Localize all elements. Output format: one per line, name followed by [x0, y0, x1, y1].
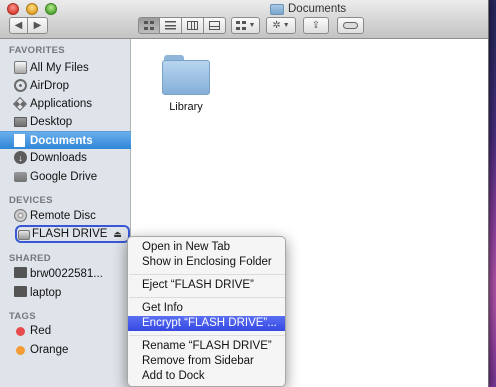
folder-icon	[14, 172, 27, 182]
list-view-icon	[165, 21, 176, 30]
column-view-button[interactable]	[182, 17, 204, 34]
context-menu: Open in New Tab Show in Enclosing Folder…	[127, 236, 286, 387]
sidebar-item-label: Remote Disc	[30, 210, 96, 222]
menu-item-add-to-dock[interactable]: Add to Dock	[128, 369, 285, 384]
documents-icon	[14, 134, 25, 147]
action-button[interactable]: ✲ ▼	[266, 17, 296, 34]
sidebar-item-label: FLASH DRIVE	[32, 228, 108, 240]
icon-view-button[interactable]	[138, 17, 160, 34]
computer-icon	[14, 286, 27, 297]
menu-separator	[129, 274, 285, 275]
menu-item-show-in-enclosing-folder[interactable]: Show in Enclosing Folder	[128, 255, 285, 270]
sidebar-item-desktop[interactable]: Desktop	[0, 113, 131, 131]
list-view-button[interactable]	[160, 17, 182, 34]
sidebar-item-label: Downloads	[30, 152, 87, 164]
sidebar-item-label: brw0022581...	[30, 268, 103, 280]
sidebar-item-label: Google Drive	[30, 171, 98, 183]
gear-icon: ✲	[272, 20, 281, 31]
column-view-icon	[187, 21, 198, 30]
sidebar-item-documents[interactable]: Documents	[0, 131, 131, 149]
sidebar-item-label: Documents	[30, 134, 93, 147]
menu-item-open-in-new-tab[interactable]: Open in New Tab	[128, 240, 285, 255]
sidebar-item-label: All My Files	[30, 62, 89, 74]
menu-item-rename[interactable]: Rename “FLASH DRIVE”	[128, 339, 285, 354]
menu-separator	[129, 297, 285, 298]
back-button[interactable]: ◀	[9, 17, 28, 34]
zoom-window-button[interactable]	[45, 3, 57, 15]
forward-button[interactable]: ▶	[28, 17, 48, 34]
cover-flow-icon	[209, 21, 220, 30]
forward-arrow-icon: ▶	[33, 20, 42, 31]
title-bar: Documents ◀ ▶ ▼ ✲ ▼ ⇪	[0, 0, 488, 39]
back-arrow-icon: ◀	[14, 20, 23, 31]
menu-item-remove-from-sidebar[interactable]: Remove from Sidebar	[128, 354, 285, 369]
tag-icon	[343, 22, 358, 29]
sidebar-item-label: Applications	[30, 98, 93, 110]
sidebar-item-remote-disc[interactable]: Remote Disc	[0, 207, 131, 225]
tags-button[interactable]	[337, 17, 364, 34]
close-window-button[interactable]	[7, 3, 19, 15]
red-tag-dot-icon	[16, 327, 25, 336]
arrange-icon	[235, 21, 247, 30]
sidebar-item-label: AirDrop	[30, 80, 69, 92]
orange-tag-dot-icon	[16, 346, 25, 355]
sidebar-item-label: Orange	[30, 344, 69, 356]
sidebar-item-all-my-files[interactable]: All My Files	[0, 59, 131, 77]
library-folder-icon[interactable]	[162, 55, 210, 95]
shared-header: SHARED	[9, 253, 51, 264]
sidebar-item-label: laptop	[30, 287, 62, 299]
window-title-text: Documents	[288, 3, 347, 15]
downloads-icon: ↓	[14, 151, 27, 164]
share-icon: ⇪	[311, 20, 321, 31]
window-title: Documents	[270, 2, 346, 16]
sidebar-item-label: Desktop	[30, 116, 73, 128]
airdrop-icon	[14, 79, 27, 92]
eject-icon[interactable]: ⏏	[113, 229, 122, 240]
minimize-window-button[interactable]	[26, 3, 38, 15]
share-button[interactable]: ⇪	[303, 17, 329, 34]
sidebar-item-tag-orange[interactable]: Orange	[0, 341, 131, 359]
cover-flow-button[interactable]	[204, 17, 226, 34]
icon-view-icon	[143, 21, 155, 30]
menu-item-get-info[interactable]: Get Info	[128, 301, 285, 316]
favorites-header: FAVORITES	[9, 45, 65, 56]
computer-icon	[14, 267, 27, 278]
sidebar-item-laptop[interactable]: laptop	[0, 284, 131, 302]
folder-icon	[270, 3, 284, 15]
menu-item-eject[interactable]: Eject “FLASH DRIVE”	[128, 278, 285, 293]
sidebar-item-downloads[interactable]: ↓ Downloads	[0, 149, 131, 167]
sidebar: FAVORITES All My Files AirDrop Applicati…	[0, 39, 131, 387]
sidebar-item-applications[interactable]: Applications	[0, 95, 131, 113]
applications-icon	[12, 96, 28, 112]
drive-icon	[18, 230, 30, 240]
sidebar-item-brw0022581[interactable]: brw0022581...	[0, 265, 131, 283]
menu-item-encrypt[interactable]: Encrypt “FLASH DRIVE”...	[128, 316, 285, 331]
disc-icon	[14, 209, 27, 222]
all-my-files-icon	[14, 61, 27, 74]
sidebar-item-google-drive[interactable]: Google Drive	[0, 168, 131, 186]
view-mode-group	[138, 17, 226, 34]
arrange-button[interactable]: ▼	[231, 17, 260, 34]
sidebar-item-label: Red	[30, 325, 52, 337]
sidebar-item-flash-drive[interactable]: FLASH DRIVE ⏏	[15, 225, 130, 243]
tags-header: TAGS	[9, 311, 36, 322]
menu-separator	[129, 335, 285, 336]
sidebar-item-tag-red[interactable]: Red	[0, 322, 131, 340]
devices-header: DEVICES	[9, 195, 53, 206]
chevron-down-icon: ▼	[248, 22, 256, 29]
sidebar-item-airdrop[interactable]: AirDrop	[0, 77, 131, 95]
desktop-icon	[14, 117, 27, 127]
folder-label-library[interactable]: Library	[152, 101, 220, 113]
chevron-down-icon: ▼	[282, 22, 290, 29]
